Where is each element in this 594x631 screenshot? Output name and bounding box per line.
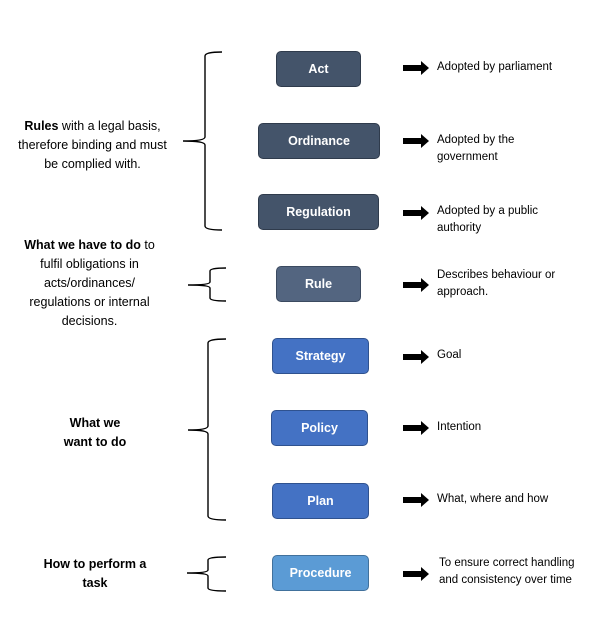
arrow-right-icon [403, 278, 429, 292]
brace-obligations [187, 267, 227, 302]
arrow-right-icon [403, 421, 429, 435]
box-procedure: Procedure [272, 555, 369, 591]
box-policy: Policy [271, 410, 368, 446]
description-regulation: Adopted by a public authority [437, 205, 539, 234]
arrow-right-icon [403, 493, 429, 507]
group-label-legal: Rules with a legal basis, therefore bind… [18, 119, 167, 171]
brace-legal [182, 51, 223, 231]
description-rule: Describes behaviour or approach. [437, 269, 556, 298]
description-ordinance: Adopted by the government [437, 134, 515, 163]
brace-procedure [186, 556, 227, 592]
arrow-right-icon [403, 134, 429, 148]
arrow-right-icon [403, 206, 429, 220]
brace-intent [187, 338, 227, 521]
arrow-right-icon [403, 61, 429, 75]
box-strategy: Strategy [272, 338, 369, 374]
box-act: Act [276, 51, 361, 87]
group-label-procedure: How to perform a task [43, 557, 147, 590]
box-ordinance: Ordinance [258, 123, 380, 159]
group-label-intent: What we want to do [63, 416, 127, 449]
box-rule: Rule [276, 266, 361, 302]
description-strategy: Goal [437, 349, 462, 361]
box-plan: Plan [272, 483, 369, 519]
description-plan: What, where and how [437, 493, 549, 505]
description-act: Adopted by parliament [437, 61, 553, 73]
arrow-right-icon [403, 567, 429, 581]
description-policy: Intention [437, 421, 482, 433]
group-label-obligations: What we have to do to fulfil obligations… [24, 238, 155, 328]
box-regulation: Regulation [258, 194, 379, 230]
arrow-right-icon [403, 350, 429, 364]
description-procedure: To ensure correct handling and consisten… [439, 557, 575, 586]
